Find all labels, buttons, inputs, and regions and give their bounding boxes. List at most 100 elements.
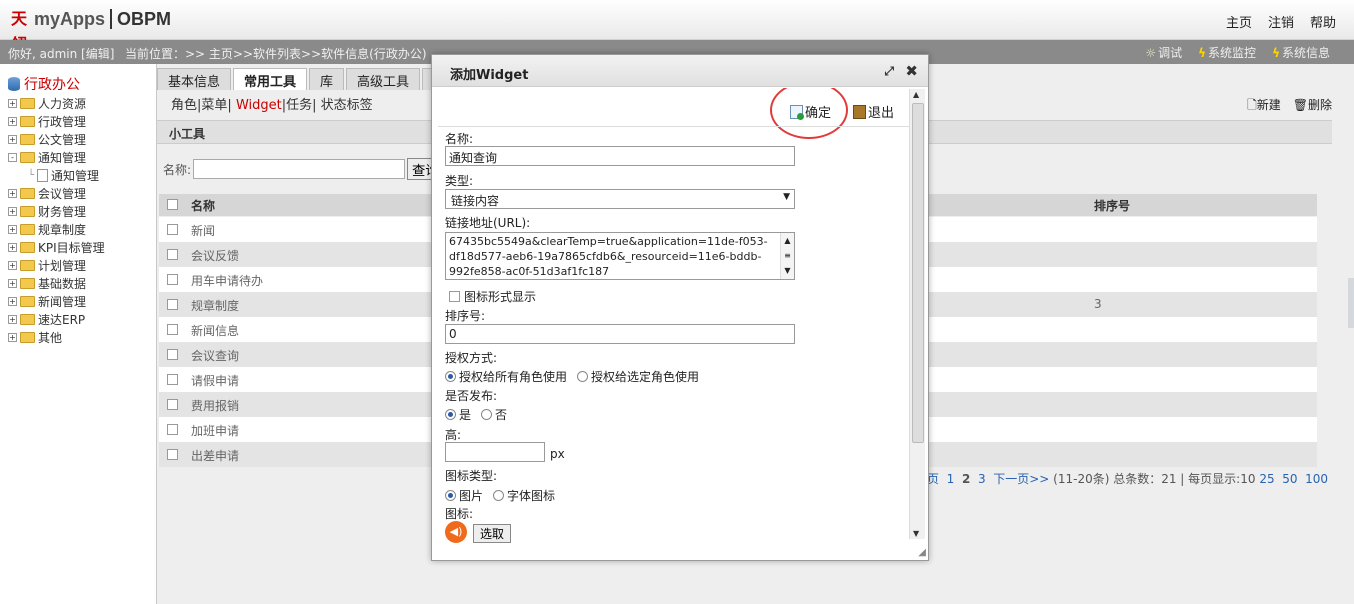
- expand-icon[interactable]: +: [8, 314, 17, 324]
- tree-root[interactable]: 行政办公: [8, 74, 80, 94]
- maximize-icon[interactable]: ⤢: [884, 64, 894, 79]
- row-checkbox[interactable]: [167, 374, 178, 385]
- sidebar-item[interactable]: + 财务管理: [8, 202, 105, 220]
- radio-unselected[interactable]: [493, 490, 505, 501]
- confirm-button[interactable]: 确定: [790, 102, 831, 121]
- row-checkbox[interactable]: [167, 299, 178, 310]
- row-checkbox[interactable]: [167, 449, 178, 460]
- row-checkbox[interactable]: [167, 424, 178, 435]
- subnav-task[interactable]: 任务: [286, 98, 312, 113]
- page-size-25[interactable]: 25: [1259, 472, 1274, 486]
- page-1-link[interactable]: 1: [947, 472, 955, 486]
- icon-display-checkbox[interactable]: [449, 291, 460, 302]
- expand-icon[interactable]: +: [8, 224, 17, 234]
- collapse-icon[interactable]: -: [8, 152, 17, 162]
- row-checkbox[interactable]: [167, 349, 178, 360]
- tab-advanced-tools[interactable]: 高级工具: [346, 68, 421, 90]
- page-3-link[interactable]: 3: [978, 472, 986, 486]
- sidebar-subitem[interactable]: └ 通知管理: [8, 166, 105, 184]
- home-link[interactable]: 主页: [1226, 12, 1252, 31]
- sidebar-item[interactable]: + 基础数据: [8, 274, 105, 292]
- page-size-100[interactable]: 100: [1305, 472, 1328, 486]
- next-page-link[interactable]: 下一页>>: [993, 472, 1049, 486]
- subnav-menu[interactable]: 菜单: [201, 98, 227, 113]
- row-checkbox[interactable]: [167, 324, 178, 335]
- column-name[interactable]: 名称: [191, 197, 215, 214]
- sidebar-item[interactable]: + 公文管理: [8, 130, 105, 148]
- edge-collapse-handle[interactable]: [1348, 278, 1354, 328]
- expand-icon[interactable]: +: [8, 296, 17, 306]
- row-name[interactable]: 会议查询: [191, 347, 239, 364]
- row-name[interactable]: 会议反馈: [191, 247, 239, 264]
- pick-icon-button[interactable]: 选取: [473, 524, 512, 543]
- icon-type-image[interactable]: 图片: [445, 487, 483, 504]
- height-field[interactable]: [445, 442, 545, 462]
- row-name[interactable]: 出差申请: [191, 447, 239, 464]
- exit-button[interactable]: 退出: [853, 102, 894, 121]
- scroll-down-icon[interactable]: ▼: [913, 529, 919, 538]
- row-name[interactable]: 新闻信息: [191, 322, 239, 339]
- row-checkbox[interactable]: [167, 224, 178, 235]
- new-button[interactable]: 🗋新建: [1247, 96, 1281, 117]
- row-name[interactable]: 新闻: [191, 222, 215, 239]
- name-field[interactable]: 通知查询: [445, 146, 795, 166]
- subnav-role[interactable]: 角色: [171, 98, 197, 113]
- expand-icon[interactable]: +: [8, 206, 17, 216]
- sidebar-item[interactable]: + 规章制度: [8, 220, 105, 238]
- help-link[interactable]: 帮助: [1310, 12, 1336, 31]
- tab-common-tools[interactable]: 常用工具: [233, 68, 308, 90]
- resize-grip-icon[interactable]: ◢: [918, 547, 926, 558]
- tab-basic-info[interactable]: 基本信息: [157, 68, 232, 90]
- order-field[interactable]: 0: [445, 324, 795, 344]
- debug-tool[interactable]: ☼ 调试: [1145, 44, 1182, 61]
- textarea-scrollbar[interactable]: ▲ ≡ ▼: [780, 233, 794, 279]
- subnav-status-tag[interactable]: 状态标签: [321, 98, 373, 113]
- dialog-scrollbar[interactable]: ▲ ▼: [909, 89, 925, 539]
- url-textarea[interactable]: 67435bc5549a&clearTemp=true&application=…: [445, 232, 795, 280]
- sidebar-item[interactable]: + 速达ERP: [8, 310, 105, 328]
- expand-icon[interactable]: +: [8, 188, 17, 198]
- sidebar-item[interactable]: + 人力资源: [8, 94, 105, 112]
- sidebar-item[interactable]: + 新闻管理: [8, 292, 105, 310]
- row-checkbox[interactable]: [167, 274, 178, 285]
- logout-link[interactable]: 注销: [1268, 12, 1294, 31]
- column-order[interactable]: 排序号: [1094, 197, 1130, 214]
- sysinfo-tool[interactable]: ϟ 系统信息: [1272, 44, 1330, 61]
- close-icon[interactable]: ✖: [905, 62, 918, 80]
- radio-selected[interactable]: [445, 490, 456, 501]
- auth-all-roles[interactable]: 授权给所有角色使用: [445, 368, 567, 385]
- tab-library[interactable]: 库: [309, 68, 345, 90]
- radio-selected[interactable]: [445, 409, 456, 420]
- expand-icon[interactable]: +: [8, 242, 17, 252]
- expand-icon[interactable]: +: [8, 98, 17, 108]
- sidebar-item[interactable]: + 计划管理: [8, 256, 105, 274]
- publish-yes[interactable]: 是: [445, 406, 471, 423]
- sidebar-item[interactable]: + 其他: [8, 328, 105, 346]
- sidebar-item[interactable]: + 会议管理: [8, 184, 105, 202]
- auth-selected-roles[interactable]: 授权给选定角色使用: [577, 368, 699, 385]
- row-checkbox[interactable]: [167, 249, 178, 260]
- row-name[interactable]: 加班申请: [191, 422, 239, 439]
- sidebar-item[interactable]: - 通知管理: [8, 148, 105, 166]
- radio-unselected[interactable]: [481, 409, 493, 420]
- row-name[interactable]: 用车申请待办: [191, 272, 263, 289]
- row-name[interactable]: 规章制度: [191, 297, 239, 314]
- select-all-checkbox[interactable]: [167, 199, 178, 210]
- expand-icon[interactable]: +: [8, 278, 17, 288]
- delete-button[interactable]: 🗑删除: [1293, 96, 1332, 117]
- sidebar-item[interactable]: + 行政管理: [8, 112, 105, 130]
- row-name[interactable]: 请假申请: [191, 372, 239, 389]
- subnav-widget[interactable]: Widget: [236, 98, 282, 113]
- publish-no[interactable]: 否: [481, 406, 507, 423]
- monitor-tool[interactable]: ϟ 系统监控: [1198, 44, 1256, 61]
- expand-icon[interactable]: +: [8, 260, 17, 270]
- user-greeting[interactable]: 你好, admin [编辑]: [8, 45, 114, 62]
- expand-icon[interactable]: +: [8, 134, 17, 144]
- radio-selected[interactable]: [445, 371, 456, 382]
- scroll-up-icon[interactable]: ▲: [913, 90, 919, 99]
- type-select[interactable]: 链接内容 ▼: [445, 189, 795, 209]
- page-size-50[interactable]: 50: [1282, 472, 1297, 486]
- row-name[interactable]: 费用报销: [191, 397, 239, 414]
- icon-display-option[interactable]: 图标形式显示: [449, 288, 536, 305]
- search-input[interactable]: [193, 159, 406, 179]
